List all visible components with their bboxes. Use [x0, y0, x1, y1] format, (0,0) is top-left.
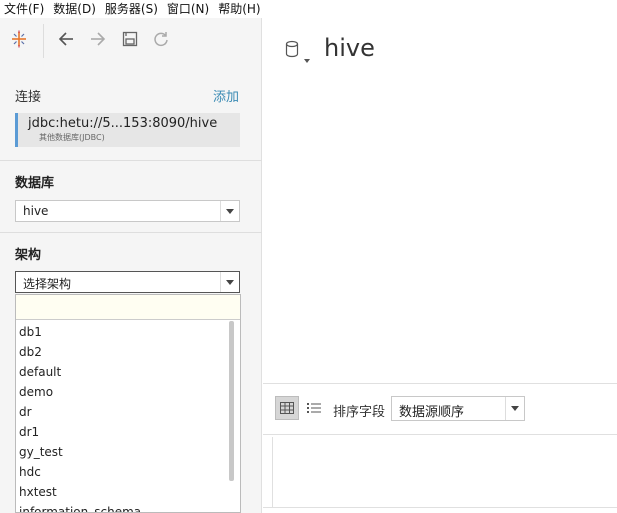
dropdown-scrollbar[interactable] — [229, 321, 234, 481]
forward-arrow-icon[interactable] — [87, 28, 109, 50]
schema-select[interactable]: 选择架构 — [15, 271, 240, 293]
schema-label: 架构 — [15, 248, 42, 263]
add-connection-link[interactable]: 添加 — [213, 86, 239, 105]
schema-select-value: 选择架构 — [23, 277, 72, 291]
toolbar — [0, 18, 262, 62]
chevron-down-icon[interactable] — [304, 48, 310, 67]
schema-option[interactable]: demo — [16, 382, 228, 402]
tableau-logo-icon[interactable] — [8, 28, 30, 50]
chevron-down-icon[interactable] — [505, 397, 524, 420]
menu-bar: 文件(F) 数据(D) 服务器(S) 窗口(N) 帮助(H) — [0, 0, 617, 18]
schema-option[interactable]: information_schema — [16, 502, 228, 512]
schema-option[interactable]: hxtest — [16, 482, 228, 502]
connection-name: jdbc:hetu://5...153:8090/hive — [28, 116, 218, 131]
schema-option[interactable]: gy_test — [16, 442, 228, 462]
toolbar-separator — [43, 24, 44, 58]
divider — [263, 507, 617, 508]
schema-option[interactable]: dr1 — [16, 422, 228, 442]
refresh-icon[interactable] — [150, 28, 172, 50]
divider — [0, 160, 262, 161]
schema-option[interactable]: db2 — [16, 342, 228, 362]
list-view-icon[interactable] — [304, 398, 324, 418]
divider — [263, 383, 617, 384]
menu-data[interactable]: 数据(D) — [49, 0, 101, 18]
back-arrow-icon[interactable] — [55, 28, 77, 50]
connection-item[interactable]: jdbc:hetu://5...153:8090/hive 其他数据库(JDBC… — [15, 113, 240, 147]
grid-column-divider — [272, 437, 273, 507]
menu-help[interactable]: 帮助(H) — [214, 0, 265, 18]
schema-option[interactable]: default — [16, 362, 228, 382]
data-source-title[interactable]: hive — [324, 34, 375, 62]
schema-option[interactable]: hdc — [16, 462, 228, 482]
database-icon[interactable] — [285, 40, 299, 62]
database-label: 数据库 — [15, 176, 55, 191]
chevron-down-icon[interactable] — [220, 201, 239, 221]
sort-select-value: 数据源顺序 — [399, 405, 465, 420]
schema-dropdown: db1 db2 default demo dr dr1 gy_test hdc … — [15, 294, 241, 513]
schema-option[interactable]: db1 — [16, 322, 228, 342]
database-select[interactable]: hive — [15, 200, 240, 222]
schema-option[interactable]: dr — [16, 402, 228, 422]
menu-file[interactable]: 文件(F) — [0, 0, 49, 18]
divider — [263, 434, 617, 435]
sort-select[interactable]: 数据源顺序 — [391, 396, 525, 421]
schema-option-list: db1 db2 default demo dr dr1 gy_test hdc … — [16, 322, 228, 512]
schema-search-input[interactable] — [16, 295, 240, 320]
database-select-value: hive — [23, 204, 49, 218]
sort-label: 排序字段 — [333, 405, 386, 420]
connection-label: 连接 — [15, 90, 42, 105]
grid-view-icon[interactable] — [275, 396, 299, 420]
connection-type: 其他数据库(JDBC) — [39, 133, 105, 142]
save-icon[interactable] — [119, 28, 141, 50]
divider — [0, 232, 262, 233]
menu-server[interactable]: 服务器(S) — [101, 0, 163, 18]
menu-window[interactable]: 窗口(N) — [163, 0, 214, 18]
chevron-down-icon[interactable] — [220, 272, 239, 292]
